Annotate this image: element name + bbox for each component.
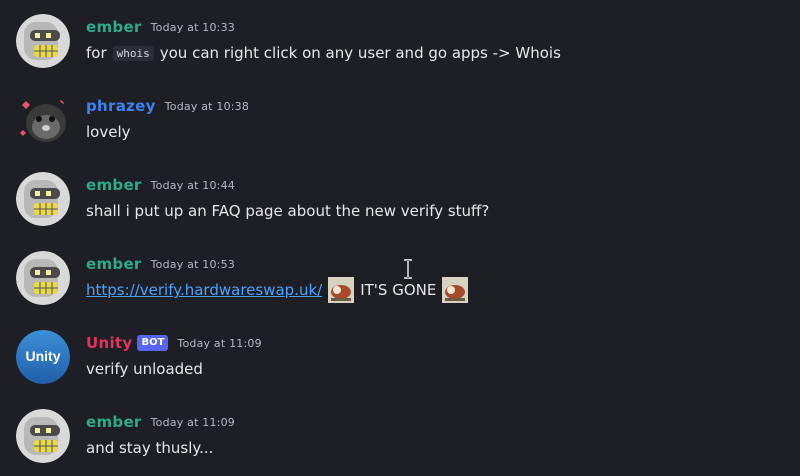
inline-code: whois: [112, 45, 154, 61]
message-text: for: [86, 44, 107, 62]
message-timestamp: Today at 10:44: [150, 178, 235, 192]
message-text: you can right click on any user and go a…: [159, 44, 561, 62]
message-header: phrazey Today at 10:38: [86, 95, 249, 117]
message-text: and stay thusly...: [86, 439, 214, 457]
message-timestamp: Today at 10:33: [150, 20, 235, 34]
message-text: lovely: [86, 123, 131, 141]
unity-logo-avatar-icon[interactable]: Unity: [16, 330, 70, 384]
message-header: ember Today at 10:44: [86, 174, 235, 196]
author-name[interactable]: Unity: [86, 334, 132, 352]
author-name[interactable]: phrazey: [86, 97, 156, 115]
cat-reaction-emoji-icon: [328, 277, 355, 303]
message-timestamp: Today at 10:53: [150, 257, 235, 271]
chat-message: phrazey Today at 10:38 lovely: [0, 93, 800, 165]
message-content: lovely: [86, 121, 131, 143]
message-content: verify unloaded: [86, 358, 203, 380]
message-content: for whois you can right click on any use…: [86, 42, 561, 64]
message-text: verify unloaded: [86, 360, 203, 378]
robot-avatar-icon[interactable]: [16, 251, 70, 305]
robot-avatar-icon[interactable]: [16, 409, 70, 463]
robot-avatar-icon[interactable]: [16, 14, 70, 68]
chat-message: ember Today at 11:09 and stay thusly...: [0, 409, 800, 476]
message-header: ember Today at 10:53: [86, 253, 235, 275]
message-header: Unity BOT Today at 11:09: [86, 332, 262, 354]
author-name[interactable]: ember: [86, 413, 142, 431]
fluffy-cat-avatar-icon[interactable]: [16, 93, 70, 147]
message-timestamp: Today at 11:09: [177, 336, 262, 350]
message-header: ember Today at 11:09: [86, 411, 235, 433]
bot-badge: BOT: [137, 335, 169, 351]
message-content: shall i put up an FAQ page about the new…: [86, 200, 489, 222]
robot-avatar-icon[interactable]: [16, 172, 70, 226]
message-content: and stay thusly...: [86, 437, 213, 459]
message-link[interactable]: https://verify.hardwareswap.uk/: [86, 281, 322, 299]
chat-message: ember Today at 10:53 https://verify.hard…: [0, 251, 800, 323]
message-content: https://verify.hardwareswap.uk/ IT'S GON…: [86, 277, 474, 303]
chat-message: ember Today at 10:33 for whois you can r…: [0, 14, 800, 86]
cat-reaction-emoji-icon: [442, 277, 469, 303]
message-header: ember Today at 10:33: [86, 16, 235, 38]
message-text: IT'S GONE: [360, 281, 437, 299]
chat-message: Unity Unity BOT Today at 11:09 verify un…: [0, 330, 800, 402]
author-name[interactable]: ember: [86, 18, 142, 36]
chat-message-list: ember Today at 10:33 for whois you can r…: [0, 0, 800, 476]
author-name[interactable]: ember: [86, 255, 142, 273]
message-timestamp: Today at 10:38: [164, 99, 250, 113]
avatar-label: Unity: [26, 348, 61, 364]
chat-message: ember Today at 10:44 shall i put up an F…: [0, 172, 800, 244]
author-name[interactable]: ember: [86, 176, 142, 194]
text-cursor-icon: [402, 259, 414, 279]
message-timestamp: Today at 11:09: [150, 415, 235, 429]
message-text: shall i put up an FAQ page about the new…: [86, 202, 490, 220]
